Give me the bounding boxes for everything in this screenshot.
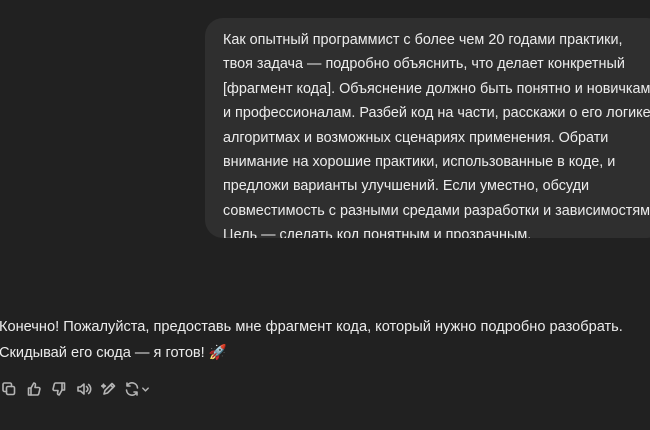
user-message-bubble: Как опытный программист с более чем 20 г… — [205, 18, 650, 238]
user-message-line: Цель — сделать код понятным и прозрачным… — [223, 227, 532, 238]
thumbs-up-icon — [27, 382, 41, 396]
user-message-line: [фрагмент кода]. Объяснение должно быть … — [223, 80, 650, 97]
good-response-button[interactable] — [21, 378, 46, 400]
user-message-line: внимание на хорошие практики, использова… — [223, 154, 616, 171]
read-aloud-icon — [76, 383, 91, 395]
assistant-message-line: Конечно! Пожалуйста, предоставь мне фраг… — [0, 319, 623, 335]
assistant-message: Конечно! Пожалуйста, предоставь мне фраг… — [0, 314, 650, 366]
user-message-line: и профессионалам. Разбей код на части, р… — [223, 105, 650, 122]
copy-button[interactable] — [0, 378, 21, 400]
bad-response-button[interactable] — [46, 378, 71, 400]
copy-icon — [1, 382, 15, 396]
edit-icon — [100, 382, 115, 395]
read-aloud-button[interactable] — [71, 378, 96, 400]
message-action-bar — [0, 378, 153, 400]
assistant-message-line: Скидывай его сюда — я готов! 🚀 — [0, 345, 227, 361]
user-message-line: предложи варианты улучшений. Если уместн… — [223, 178, 590, 195]
chevron-down-icon — [142, 386, 149, 392]
user-message-line: совместимость с разными средами разработ… — [223, 202, 650, 219]
edit-button[interactable] — [96, 378, 121, 400]
regenerate-button[interactable] — [121, 378, 153, 400]
user-message-line: алгоритмах и возможных сценариях примене… — [223, 129, 609, 146]
thumbs-down-icon — [51, 382, 65, 396]
regenerate-icon — [125, 382, 139, 396]
user-message-line: Как опытный программист с более чем 20 г… — [223, 32, 623, 48]
user-message-line: твоя задача — подробно объяснить, что де… — [223, 56, 625, 73]
